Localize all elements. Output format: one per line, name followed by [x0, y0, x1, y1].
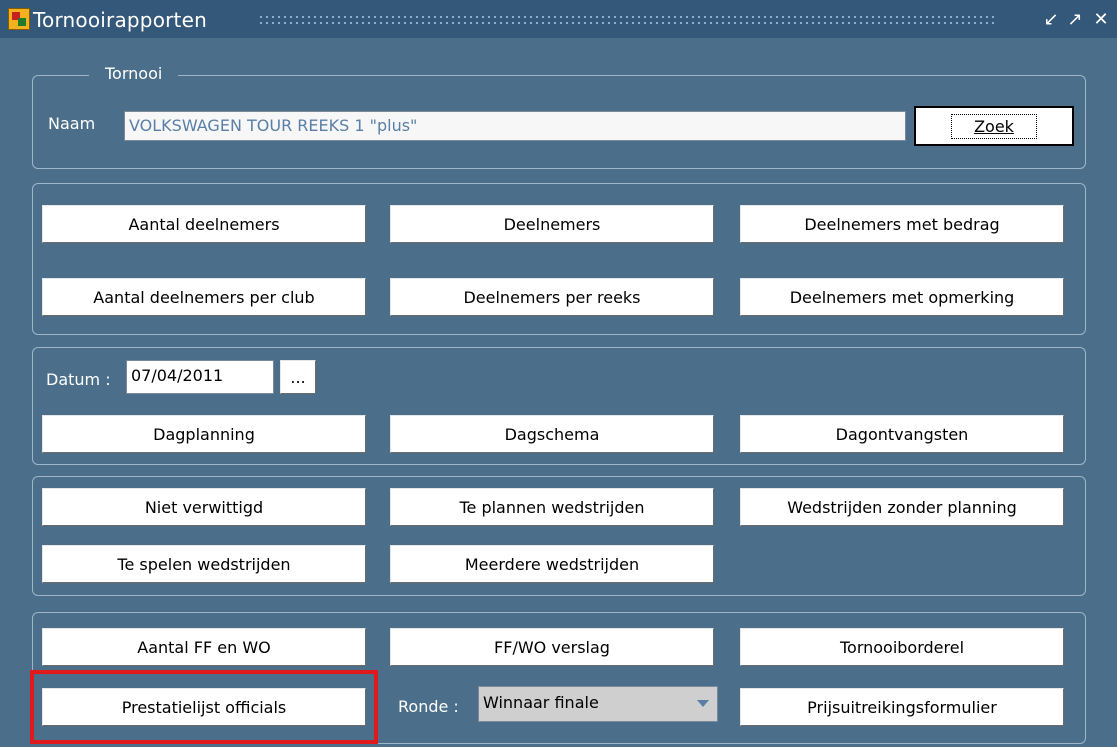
datum-label: Datum : — [46, 370, 111, 389]
dagontvangsten-button[interactable]: Dagontvangsten — [740, 415, 1064, 453]
deelnemers-met-opmerking-button[interactable]: Deelnemers met opmerking — [740, 278, 1064, 316]
naam-label: Naam — [48, 114, 96, 133]
tornooi-legend: Tornooi — [89, 64, 179, 83]
dagplanning-button[interactable]: Dagplanning — [42, 415, 366, 453]
zoek-label: Zoek — [951, 113, 1037, 139]
aantal-deelnemers-per-club-button[interactable]: Aantal deelnemers per club — [42, 278, 366, 316]
aantal-ff-en-wo-button[interactable]: Aantal FF en WO — [42, 628, 366, 666]
deelnemers-button[interactable]: Deelnemers — [390, 205, 714, 243]
tornooiborderel-button[interactable]: Tornooiborderel — [740, 628, 1064, 666]
minimize-icon[interactable]: ↙ — [1040, 10, 1062, 30]
close-icon[interactable]: ✕ — [1090, 10, 1112, 30]
date-picker-button[interactable]: ... — [280, 360, 316, 394]
maximize-icon[interactable]: ↗ — [1064, 10, 1086, 30]
dagschema-button[interactable]: Dagschema — [390, 415, 714, 453]
wedstrijden-zonder-planning-button[interactable]: Wedstrijden zonder planning — [740, 488, 1064, 526]
title-grip — [258, 14, 998, 26]
ronde-label: Ronde : — [398, 697, 459, 716]
te-plannen-wedstrijden-button[interactable]: Te plannen wedstrijden — [390, 488, 714, 526]
app-icon — [8, 8, 30, 30]
title-bar[interactable]: Tornooirapporten ↙ ↗ ✕ — [0, 0, 1117, 38]
highlight-box — [30, 670, 378, 744]
meerdere-wedstrijden-button[interactable]: Meerdere wedstrijden — [390, 545, 714, 583]
tornooirapporten-window: Tornooirapporten ↙ ↗ ✕ Tornooi Naam VOLK… — [0, 0, 1117, 747]
naam-input[interactable]: VOLKSWAGEN TOUR REEKS 1 "plus" — [124, 111, 906, 141]
deelnemers-per-reeks-button[interactable]: Deelnemers per reeks — [390, 278, 714, 316]
prijsuitreikingsformulier-button[interactable]: Prijsuitreikingsformulier — [740, 688, 1064, 726]
ronde-select[interactable]: Winnaar finale — [478, 686, 718, 722]
te-spelen-wedstrijden-button[interactable]: Te spelen wedstrijden — [42, 545, 366, 583]
ronde-value: Winnaar finale — [483, 693, 599, 712]
deelnemers-met-bedrag-button[interactable]: Deelnemers met bedrag — [740, 205, 1064, 243]
niet-verwittigd-button[interactable]: Niet verwittigd — [42, 488, 366, 526]
zoek-button[interactable]: Zoek — [914, 106, 1074, 146]
ff-wo-verslag-button[interactable]: FF/WO verslag — [390, 628, 714, 666]
aantal-deelnemers-button[interactable]: Aantal deelnemers — [42, 205, 366, 243]
window-title: Tornooirapporten — [33, 8, 207, 32]
chevron-down-icon[interactable] — [697, 700, 709, 707]
datum-input[interactable]: 07/04/2011 — [126, 360, 274, 394]
